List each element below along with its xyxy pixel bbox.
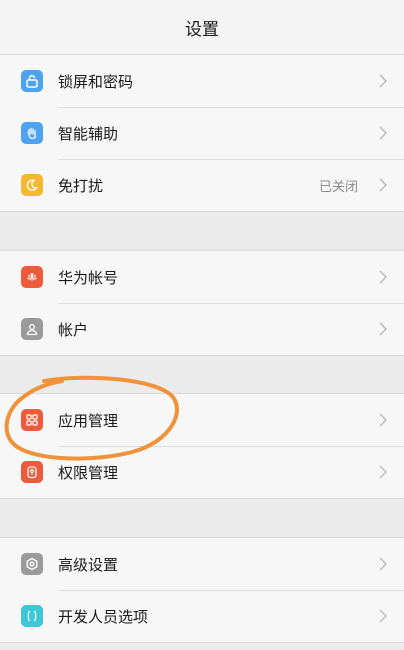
settings-item-huawei-id[interactable]: 华为帐号 <box>0 251 404 303</box>
settings-item-smart-assist[interactable]: 智能辅助 <box>0 107 404 159</box>
settings-group-advanced: 高级设置 开发人员选项 <box>0 537 404 643</box>
chevron-right-icon <box>379 270 387 284</box>
huawei-logo-icon <box>21 266 43 288</box>
settings-item-accounts[interactable]: 帐户 <box>0 303 404 355</box>
gear-icon <box>21 553 43 575</box>
page-title: 设置 <box>0 0 404 55</box>
settings-group-apps: 应用管理 权限管理 <box>0 393 404 499</box>
lock-screen-icon <box>21 70 43 92</box>
chevron-right-icon <box>379 413 387 427</box>
settings-item-label: 应用管理 <box>58 411 119 430</box>
permission-icon <box>21 461 43 483</box>
person-icon <box>21 318 43 340</box>
apps-grid-icon <box>21 409 43 431</box>
settings-item-developer-options[interactable]: 开发人员选项 <box>0 590 404 642</box>
settings-item-label: 开发人员选项 <box>58 607 149 626</box>
chevron-right-icon <box>379 609 387 623</box>
moon-icon <box>21 174 43 196</box>
status-value: 已关闭 <box>318 179 358 195</box>
settings-item-advanced-settings[interactable]: 高级设置 <box>0 538 404 590</box>
settings-screen: 设置 锁屏和密码 智能辅助 免打扰 已关闭 华为帐号 帐户 应用管理 权限管理 … <box>0 0 404 650</box>
hand-icon <box>21 122 43 144</box>
settings-item-label: 权限管理 <box>58 463 119 482</box>
settings-group-security: 锁屏和密码 智能辅助 免打扰 已关闭 <box>0 54 404 212</box>
chevron-right-icon <box>379 126 387 140</box>
settings-item-label: 免打扰 <box>58 176 104 195</box>
settings-item-label: 智能辅助 <box>58 124 119 143</box>
settings-item-label: 帐户 <box>58 320 89 339</box>
chevron-right-icon <box>379 465 387 479</box>
settings-item-label: 锁屏和密码 <box>58 72 134 91</box>
settings-group-accounts: 华为帐号 帐户 <box>0 250 404 356</box>
chevron-right-icon <box>379 74 387 88</box>
settings-item-app-management[interactable]: 应用管理 <box>0 394 404 446</box>
chevron-right-icon <box>379 322 387 336</box>
settings-item-permission-management[interactable]: 权限管理 <box>0 446 404 498</box>
chevron-right-icon <box>379 557 387 571</box>
developer-icon <box>21 605 43 627</box>
settings-item-label: 华为帐号 <box>58 268 119 287</box>
settings-item-lock-screen[interactable]: 锁屏和密码 <box>0 55 404 107</box>
chevron-right-icon <box>379 178 387 192</box>
settings-item-do-not-disturb[interactable]: 免打扰 已关闭 <box>0 159 404 211</box>
settings-item-label: 高级设置 <box>58 555 119 574</box>
